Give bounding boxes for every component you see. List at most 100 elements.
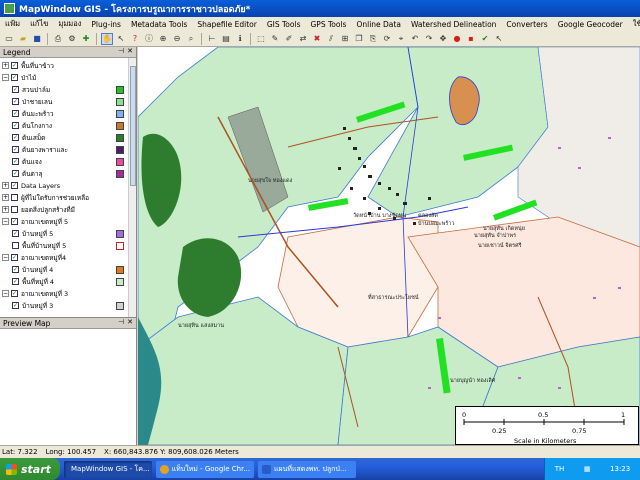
layer-visibility-checkbox[interactable]: ✓ [11, 62, 18, 69]
scrollbar-thumb[interactable] [130, 66, 136, 186]
open-folder-icon[interactable]: ▰ [17, 33, 29, 45]
legend-row[interactable]: ✓ ต้นตาลุ [12, 168, 43, 179]
save-icon[interactable]: ■ [31, 33, 43, 45]
select-shape-icon[interactable]: ⬚ [255, 33, 267, 45]
layer-visibility-checkbox[interactable]: ✓ [12, 170, 19, 177]
layer-visibility-checkbox[interactable]: ✓ [12, 134, 19, 141]
language-indicator[interactable]: TH [555, 465, 565, 473]
taskbar-item-mapwindow[interactable]: MapWindow GIS - โค... [64, 460, 152, 478]
map-canvas[interactable]: วัดหน้าบ้าน บางซัดทุน บ้านบ่อมะพร้าว นาย… [138, 47, 640, 445]
pin-icon[interactable]: ⊣ [118, 318, 124, 326]
copy-shape-icon[interactable]: ❐ [353, 33, 365, 45]
layer-visibility-checkbox[interactable]: ✓ [11, 218, 18, 225]
add-vertex-icon[interactable]: ✐ [283, 33, 295, 45]
menu-online-data[interactable]: Online Data [351, 20, 405, 29]
legend-row[interactable]: ✓ บ้านหมู่ที่ 3 [12, 300, 53, 311]
legend-row[interactable]: + ✓ Data Layers [2, 180, 60, 191]
layer-visibility-checkbox[interactable]: ✓ [12, 230, 19, 237]
merge-icon[interactable]: ⊞ [339, 33, 351, 45]
measure-icon[interactable]: ⊢ [206, 33, 218, 45]
pointer-dropdown-icon[interactable]: ↖ [493, 33, 505, 45]
map-svg[interactable]: วัดหน้าบ้าน บางซัดทุน บ้านบ่อมะพร้าว นาย… [138, 47, 640, 445]
legend-row[interactable]: − ✓ ป่าไม้ [2, 72, 36, 83]
menu-view[interactable]: มุมมอง [53, 18, 86, 30]
legend-row[interactable]: ✓ บ้านหมู่ที่ 5 [12, 228, 53, 239]
layer-visibility-checkbox[interactable]: ✓ [12, 158, 19, 165]
new-project-icon[interactable]: ▭ [3, 33, 15, 45]
legend-row[interactable]: ✓ ป่าชายเลน [12, 96, 52, 107]
menu-metadata-tools[interactable]: Metadata Tools [126, 20, 192, 29]
red-dot-icon[interactable]: ● [451, 33, 463, 45]
legend-row[interactable]: ✓ บ้านหมู่ที่ 4 [12, 264, 53, 275]
red-square-icon[interactable]: ▪ [465, 33, 477, 45]
layer-visibility-checkbox[interactable] [11, 206, 18, 213]
legend-row[interactable]: ✓ สวนปาล์ม [12, 84, 50, 95]
collapse-icon[interactable]: − [2, 254, 9, 261]
legend-row[interactable]: ✓ ต้นแจง [12, 156, 42, 167]
layer-visibility-checkbox[interactable]: ✓ [11, 290, 18, 297]
help-icon[interactable]: ? [129, 33, 141, 45]
redo-icon[interactable]: ↷ [423, 33, 435, 45]
close-icon[interactable]: ✕ [127, 318, 133, 326]
menu-gps-tools[interactable]: GPS Tools [305, 20, 351, 29]
layer-visibility-checkbox[interactable]: ✓ [11, 74, 18, 81]
layer-visibility-checkbox[interactable]: ✓ [11, 182, 18, 189]
pan-hand-icon[interactable]: ✋ [101, 32, 113, 45]
paste-shape-icon[interactable]: ⎘ [367, 33, 379, 45]
menu-gis-tools[interactable]: GIS Tools [262, 20, 306, 29]
snap-icon[interactable]: ⌖ [395, 33, 407, 45]
layer-visibility-checkbox[interactable]: ✓ [12, 98, 19, 105]
zoom-out-icon[interactable]: ⊖ [171, 33, 183, 45]
zoom-in-icon[interactable]: ⊕ [157, 33, 169, 45]
info-icon[interactable]: ℹ [234, 33, 246, 45]
undo-icon[interactable]: ↶ [409, 33, 421, 45]
layer-visibility-checkbox[interactable] [12, 242, 19, 249]
legend-scrollbar[interactable] [128, 58, 136, 317]
legend-row[interactable]: ✓ ต้นมะพร้าว [12, 108, 54, 119]
layer-visibility-checkbox[interactable]: ✓ [12, 278, 19, 285]
layer-visibility-checkbox[interactable]: ✓ [12, 146, 19, 153]
menu-shapefile-editor[interactable]: Shapefile Editor [192, 20, 262, 29]
attribute-table-icon[interactable]: ▤ [220, 33, 232, 45]
legend-row[interactable]: − ✓ อาณาเขตหมู่ที่ 3 [2, 288, 68, 299]
start-button[interactable]: start [0, 458, 60, 480]
zoom-dropdown-icon[interactable]: ⌕ [185, 33, 197, 45]
select-arrow-icon[interactable]: ↖ [115, 33, 127, 45]
layer-visibility-checkbox[interactable]: ✓ [12, 266, 19, 273]
print-icon[interactable]: ⎙ [52, 33, 64, 45]
legend-row[interactable]: + ✓ พื้นที่นาข้าว [2, 60, 54, 71]
menu-watershed-delineation[interactable]: Watershed Delineation [406, 20, 501, 29]
rotate-icon[interactable]: ⟳ [381, 33, 393, 45]
legend-row[interactable]: − ✓ อาณาเขตหมู่ที่ 5 [2, 216, 68, 227]
legend-row[interactable]: − ✓ อาณาเขตหมู่ที่4 [2, 252, 66, 263]
legend-row[interactable]: ✓ ต้นโกงกาง [12, 120, 52, 131]
expand-icon[interactable]: + [2, 206, 9, 213]
menu-overflow[interactable]: ใช้ช่ [628, 18, 640, 30]
layer-visibility-checkbox[interactable]: ✓ [11, 254, 18, 261]
edit-vertex-icon[interactable]: ✎ [269, 33, 281, 45]
menu-file[interactable]: แฟ้ม [0, 18, 25, 30]
layer-visibility-checkbox[interactable]: ✓ [12, 86, 19, 93]
expand-icon[interactable]: + [2, 194, 9, 201]
pin-icon[interactable]: ⊣ [118, 47, 124, 55]
legend-row[interactable]: พื้นที่บ้านหมู่ที่ 5 [12, 240, 66, 251]
legend-row[interactable]: ✓ พื้นที่หมู่ที่ 4 [12, 276, 54, 287]
collapse-icon[interactable]: − [2, 218, 9, 225]
legend-row[interactable]: + ผู้ที่ไม่ใดรับการช่วยเหลือ [2, 192, 89, 203]
accept-check-icon[interactable]: ✔ [479, 33, 491, 45]
layer-visibility-checkbox[interactable] [11, 194, 18, 201]
network-icon[interactable]: ▦ [584, 465, 591, 473]
identify-icon[interactable]: ⓘ [143, 33, 155, 45]
menu-edit[interactable]: แก้ไข [25, 18, 53, 30]
close-icon[interactable]: ✕ [127, 47, 133, 55]
legend-row[interactable]: + ยอดสิ่งปลูกสร้างที่มี [2, 204, 75, 215]
expand-icon[interactable]: + [2, 62, 9, 69]
layer-visibility-checkbox[interactable]: ✓ [12, 302, 19, 309]
settings-icon[interactable]: ⚙ [66, 33, 78, 45]
delete-shape-icon[interactable]: ✖ [311, 33, 323, 45]
layer-visibility-checkbox[interactable]: ✓ [12, 122, 19, 129]
move-icon[interactable]: ✥ [437, 33, 449, 45]
taskbar-item-document[interactable]: แผนที่แสดงพท. ปลูกป่... [258, 460, 356, 478]
menu-plugins[interactable]: Plug-ins [86, 20, 126, 29]
expand-icon[interactable]: + [2, 182, 9, 189]
